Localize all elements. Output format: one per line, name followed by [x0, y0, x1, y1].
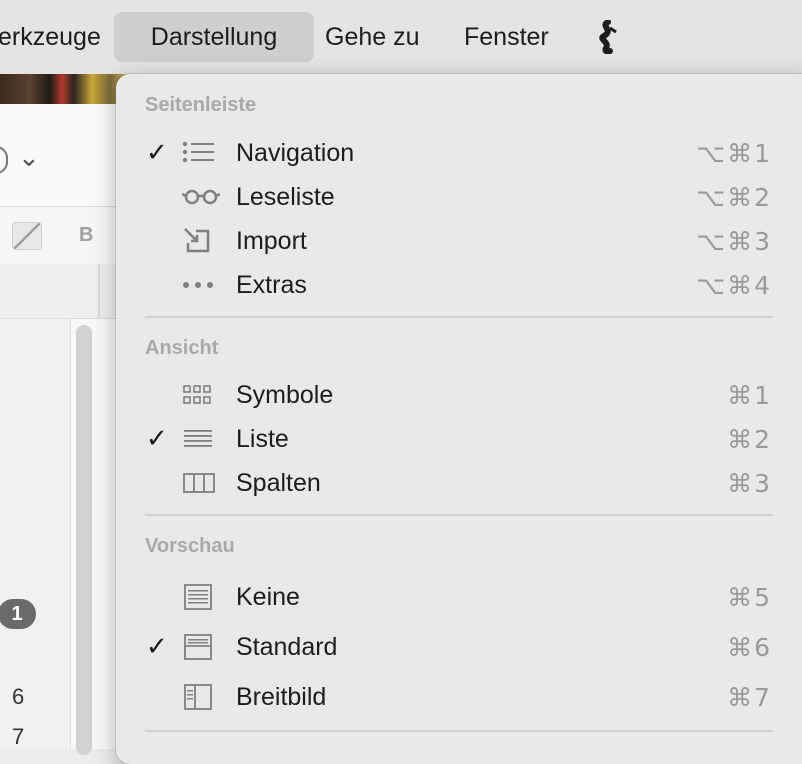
background-format-bar: B	[0, 208, 130, 265]
menu-item-label: Leseliste	[236, 183, 335, 211]
menu-item-liste[interactable]: ✓ Liste ⌘2	[116, 417, 802, 461]
columns-icon	[182, 469, 216, 497]
section-title-vorschau: Vorschau	[145, 535, 235, 557]
menu-item-label: Standard	[236, 633, 338, 661]
strike-style-icon[interactable]	[12, 222, 42, 250]
menu-item-navigation[interactable]: ✓ Navigation ⌥⌘1	[116, 131, 802, 175]
import-icon	[182, 227, 216, 255]
menu-separator	[145, 316, 773, 318]
menu-item-extras[interactable]: Extras ⌥⌘4	[116, 263, 802, 307]
menu-item-shortcut: ⌘7	[727, 683, 772, 712]
menu-gehe-zu[interactable]: Gehe zu	[325, 12, 420, 62]
menu-item-symbole[interactable]: Symbole ⌘1	[116, 373, 802, 417]
menu-item-shortcut: ⌘6	[727, 633, 772, 662]
menu-item-label: Import	[236, 227, 307, 255]
menu-item-label: Extras	[236, 271, 307, 299]
menu-item-shortcut: ⌥⌘1	[696, 139, 772, 168]
grid-icon	[182, 381, 216, 409]
sidebar-column	[0, 319, 71, 749]
menu-bar: erkzeuge Darstellung Gehe zu Fenster	[0, 0, 802, 74]
menu-item-leseliste[interactable]: Leseliste ⌥⌘2	[116, 175, 802, 219]
menu-item-standard[interactable]: ✓ Standard ⌘6	[116, 625, 802, 669]
menu-item-shortcut: ⌥⌘3	[696, 227, 772, 256]
checkmark-icon: ✓	[146, 631, 168, 661]
list-bullets-icon	[182, 139, 216, 167]
menu-item-keine[interactable]: Keine ⌘5	[116, 575, 802, 619]
menu-werkzeuge[interactable]: erkzeuge	[0, 12, 106, 62]
toggle-icon[interactable]	[0, 146, 8, 174]
background-toolbar: ⌄	[0, 104, 130, 207]
menu-item-label: Breitbild	[236, 683, 327, 711]
list-lines-icon	[182, 425, 216, 453]
menu-item-shortcut: ⌥⌘4	[696, 271, 772, 300]
menu-item-label: Keine	[236, 583, 300, 611]
menu-separator	[145, 730, 773, 732]
menu-item-label: Liste	[236, 425, 289, 453]
glasses-icon	[181, 183, 221, 211]
menu-item-shortcut: ⌥⌘2	[696, 183, 772, 212]
menu-item-breitbild[interactable]: Breitbild ⌘7	[116, 675, 802, 719]
checkmark-icon: ✓	[146, 137, 168, 167]
menu-darstellung[interactable]: Darstellung	[114, 12, 314, 62]
checkmark-icon: ✓	[146, 423, 168, 453]
menu-item-shortcut: ⌘1	[727, 381, 772, 410]
section-title-seitenleiste: Seitenleiste	[145, 94, 257, 116]
chevron-down-icon[interactable]: ⌄	[18, 142, 40, 173]
preview-none-icon	[182, 583, 216, 611]
menu-item-shortcut: ⌘2	[727, 425, 772, 454]
badge-count: 1	[0, 599, 36, 629]
menu-item-spalten[interactable]: Spalten ⌘3	[116, 461, 802, 505]
menu-item-shortcut: ⌘3	[727, 469, 772, 498]
preview-standard-icon	[182, 633, 216, 661]
column-divider	[98, 264, 100, 318]
section-title-ansicht: Ansicht	[145, 337, 219, 359]
row-number: 7	[12, 724, 25, 749]
darstellung-menu: Seitenleiste ✓ Navigation ⌥⌘1 Leseliste …	[116, 74, 802, 764]
background-header	[0, 264, 130, 319]
menu-item-label: Navigation	[236, 139, 355, 167]
menu-item-label: Spalten	[236, 469, 321, 497]
script-icon[interactable]	[592, 19, 622, 55]
row-number: 6	[12, 684, 25, 709]
menu-separator	[145, 514, 773, 516]
preview-widescreen-icon	[182, 683, 216, 711]
bold-button[interactable]: B	[79, 224, 93, 247]
scrollbar[interactable]	[76, 325, 92, 755]
menu-item-label: Symbole	[236, 381, 334, 409]
menu-item-shortcut: ⌘5	[727, 583, 772, 612]
ellipsis-icon	[182, 271, 216, 299]
menu-item-import[interactable]: Import ⌥⌘3	[116, 219, 802, 263]
menu-fenster[interactable]: Fenster	[464, 12, 549, 62]
background-list: 1 6 7	[0, 319, 130, 755]
